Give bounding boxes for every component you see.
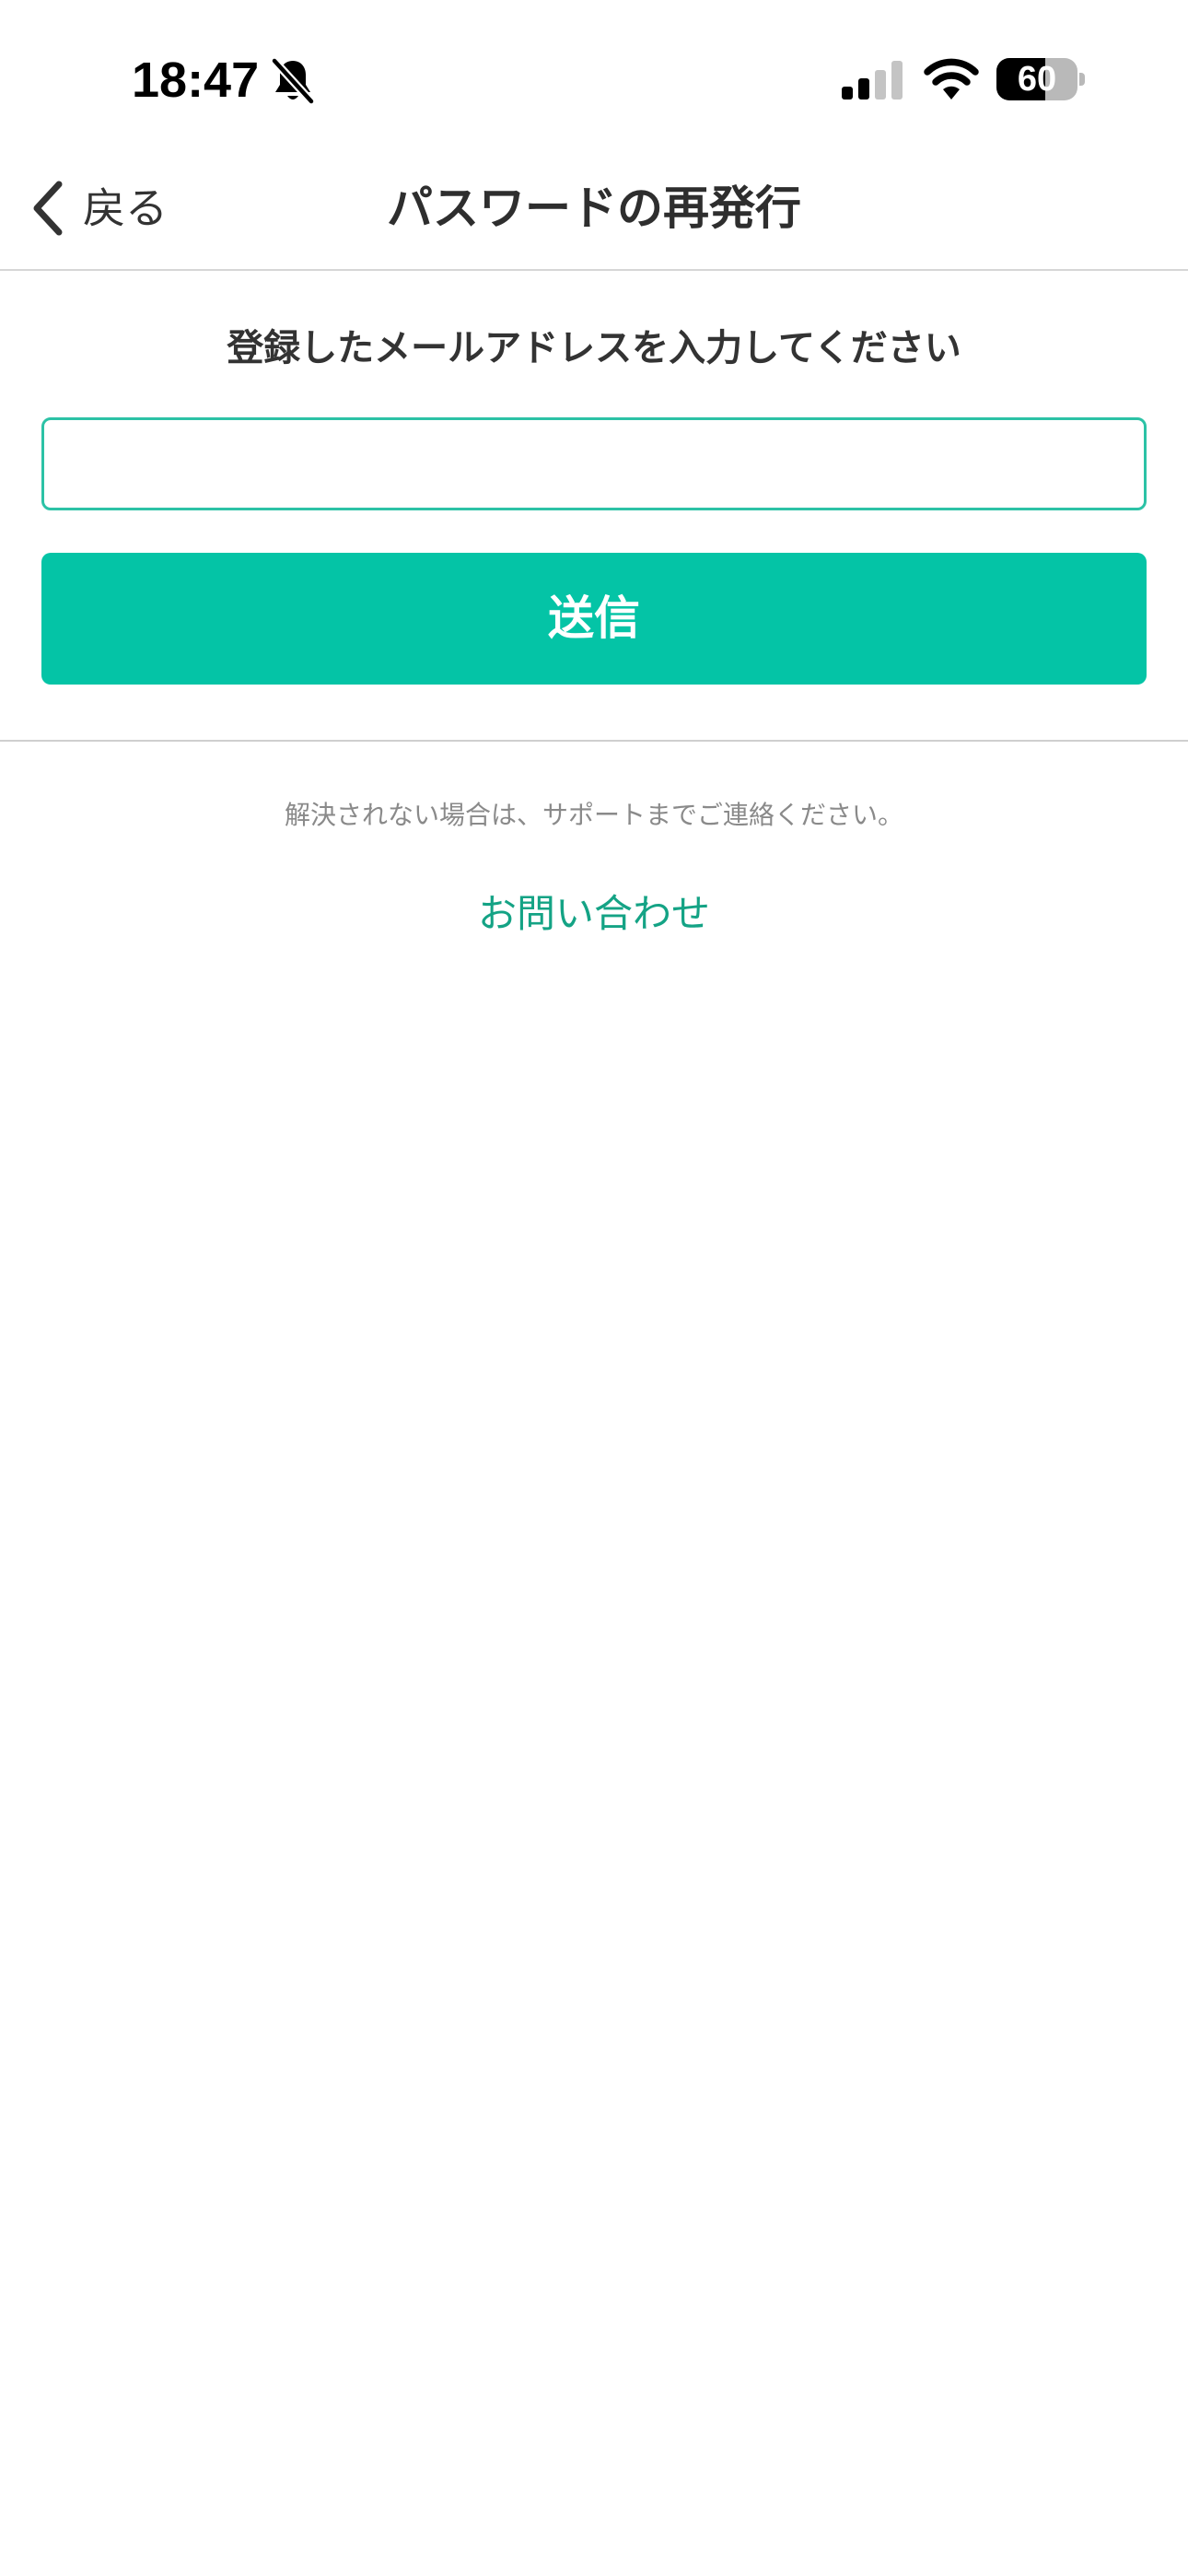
page-title: パスワードの再発行 bbox=[387, 181, 801, 235]
support-note: 解決されない場合は、サポートまでご連絡ください。 bbox=[284, 800, 903, 830]
bell-slash-icon bbox=[271, 57, 315, 105]
submit-button[interactable]: 送信 bbox=[41, 553, 1147, 685]
divider bbox=[0, 740, 1188, 742]
battery-icon: 60 bbox=[996, 58, 1085, 100]
chevron-left-icon bbox=[33, 181, 63, 236]
navigation-bar: 戻る パスワードの再発行 bbox=[0, 147, 1188, 271]
contact-link[interactable]: お問い合わせ bbox=[318, 883, 870, 945]
back-button[interactable]: 戻る bbox=[28, 175, 168, 241]
back-button-label: 戻る bbox=[83, 183, 168, 233]
battery-level-label: 60 bbox=[1017, 60, 1057, 99]
email-instruction: 登録したメールアドレスを入力してください bbox=[227, 327, 961, 369]
wifi-icon bbox=[924, 58, 979, 100]
battery-cap bbox=[1079, 73, 1085, 86]
status-time: 18:47 bbox=[132, 53, 260, 108]
status-bar: 18:47 60 bbox=[0, 0, 1188, 147]
email-field[interactable] bbox=[41, 417, 1147, 510]
cellular-signal-icon bbox=[842, 61, 903, 100]
